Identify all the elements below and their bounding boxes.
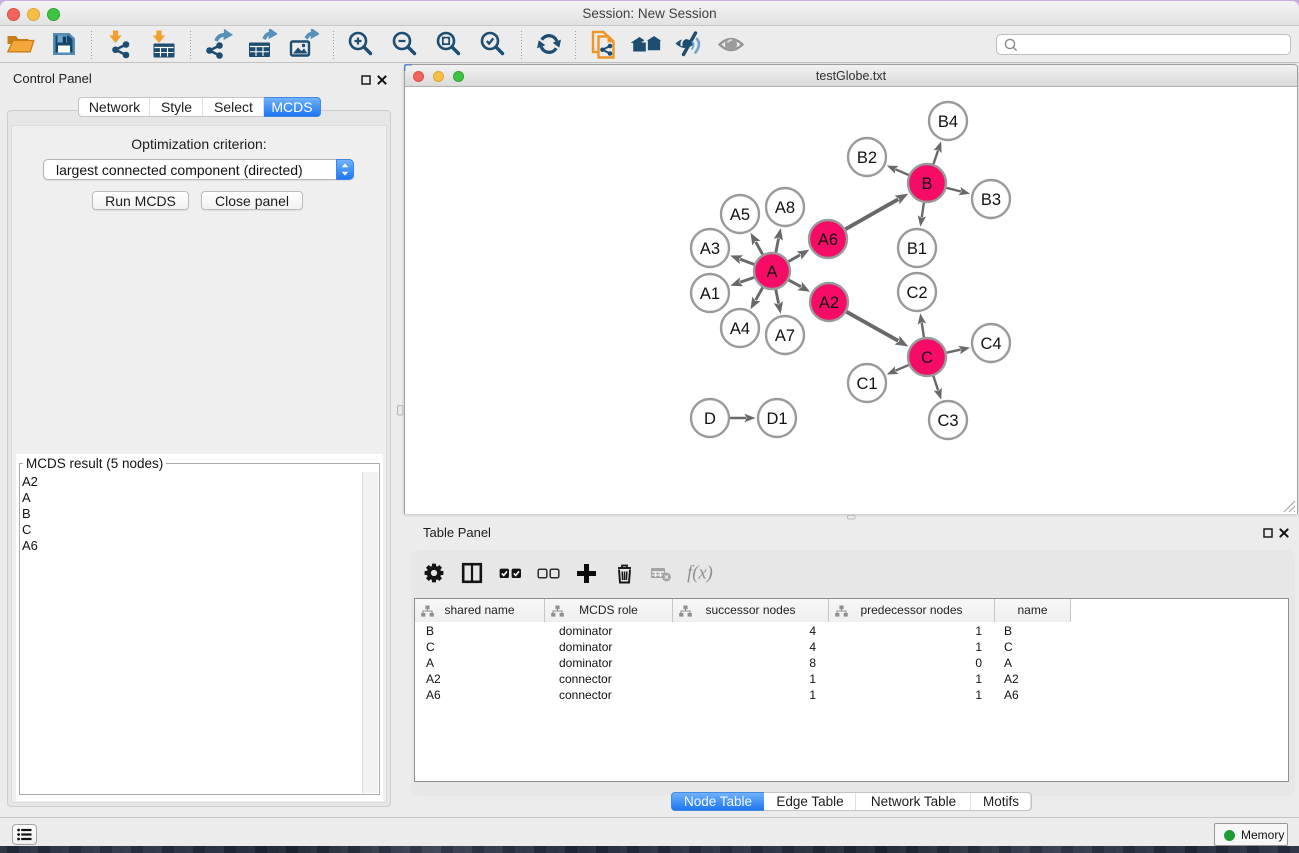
svg-text:C: C bbox=[921, 349, 933, 367]
svg-text:A8: A8 bbox=[775, 199, 795, 217]
svg-text:B2: B2 bbox=[857, 149, 877, 167]
svg-text:B1: B1 bbox=[907, 240, 927, 258]
svg-text:B4: B4 bbox=[938, 113, 958, 131]
svg-text:C4: C4 bbox=[980, 335, 1001, 353]
svg-text:A1: A1 bbox=[700, 285, 720, 303]
svg-text:A3: A3 bbox=[700, 240, 720, 258]
svg-text:A4: A4 bbox=[730, 320, 750, 338]
svg-text:B: B bbox=[921, 175, 932, 193]
svg-text:A: A bbox=[766, 263, 777, 281]
svg-text:C2: C2 bbox=[906, 284, 927, 302]
svg-text:C1: C1 bbox=[856, 375, 877, 393]
svg-text:A6: A6 bbox=[818, 231, 838, 249]
svg-text:D: D bbox=[704, 410, 716, 428]
svg-text:A2: A2 bbox=[819, 294, 839, 312]
svg-text:A7: A7 bbox=[775, 327, 795, 345]
svg-text:f(x): f(x) bbox=[687, 564, 713, 584]
svg-text:A5: A5 bbox=[730, 206, 750, 224]
svg-text:D1: D1 bbox=[766, 410, 787, 428]
svg-text:C3: C3 bbox=[937, 412, 958, 430]
svg-text:B3: B3 bbox=[981, 191, 1001, 209]
